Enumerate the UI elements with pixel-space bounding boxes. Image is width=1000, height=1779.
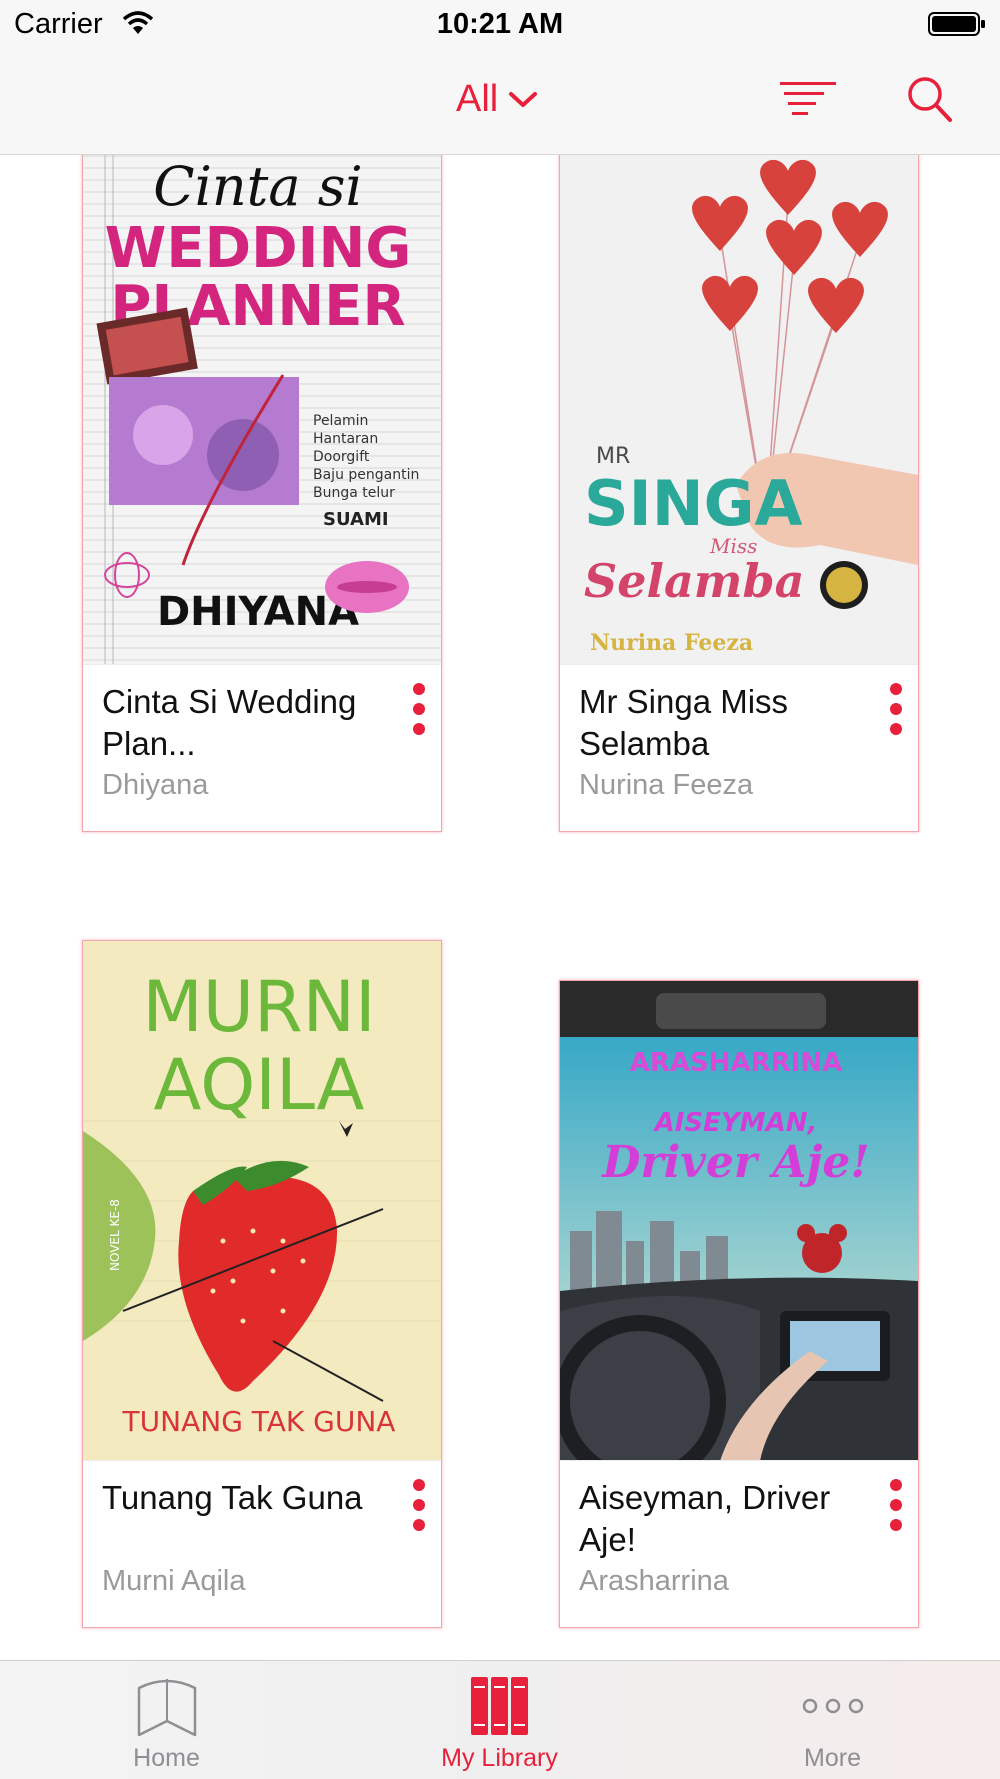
- tab-more[interactable]: More: [666, 1661, 999, 1779]
- svg-text:SINGA: SINGA: [584, 467, 803, 540]
- filter-dropdown[interactable]: All: [456, 78, 538, 121]
- book-author: Nurina Feeza: [579, 769, 754, 801]
- svg-text:MURNI: MURNI: [142, 966, 375, 1048]
- svg-text:ARASHARRINA: ARASHARRINA: [630, 1048, 842, 1078]
- tab-my-library-label: My Library: [441, 1744, 558, 1772]
- book-title: Tunang Tak Guna: [102, 1479, 363, 1516]
- svg-text:Doorgift: Doorgift: [313, 449, 370, 465]
- sort-icon[interactable]: [780, 80, 836, 120]
- book-card[interactable]: MURNI AQILA NOVEL KE-8 TUNANG TAK GUNA T…: [82, 940, 442, 1628]
- navigation-bar: All: [0, 50, 1000, 155]
- home-bookmark-icon: [137, 1679, 196, 1737]
- svg-text:Baju pengantin: Baju pengantin: [313, 467, 419, 483]
- book-author: Dhiyana: [102, 769, 209, 801]
- tab-home-label: Home: [133, 1744, 200, 1772]
- svg-text:NOVEL KE-8: NOVEL KE-8: [108, 1199, 122, 1271]
- book-author: Arasharrina: [579, 1565, 729, 1597]
- more-options-icon[interactable]: [886, 1477, 906, 1533]
- more-options-icon[interactable]: [409, 681, 429, 737]
- library-grid: Cinta si WEDDING PLANNER Pelamin Hantara…: [0, 154, 1000, 1660]
- tab-more-label: More: [804, 1744, 861, 1772]
- book-card[interactable]: ARASHARRINA AISEYMAN, Driver Aje! Aiseym…: [559, 980, 919, 1628]
- svg-text:Selamba: Selamba: [584, 554, 804, 608]
- status-time: 10:21 AM: [436, 8, 564, 40]
- svg-text:Cinta si: Cinta si: [153, 155, 362, 218]
- svg-text:AISEYMAN,: AISEYMAN,: [653, 1108, 818, 1138]
- more-options-icon[interactable]: [409, 1477, 429, 1533]
- svg-text:Hantaran: Hantaran: [313, 431, 378, 447]
- book-card[interactable]: Cinta si WEDDING PLANNER Pelamin Hantara…: [82, 154, 442, 832]
- filter-label: All: [456, 78, 499, 120]
- svg-text:Nurina Feeza: Nurina Feeza: [590, 630, 753, 656]
- svg-text:WEDDING: WEDDING: [105, 216, 412, 281]
- book-cover[interactable]: ARASHARRINA AISEYMAN, Driver Aje!: [560, 981, 918, 1461]
- svg-text:Bunga telur: Bunga telur: [313, 485, 395, 501]
- book-cover[interactable]: MURNI AQILA NOVEL KE-8 TUNANG TAK GUNA: [83, 941, 441, 1461]
- svg-text:MR: MR: [596, 444, 630, 469]
- book-title: Mr Singa Miss Selamba: [579, 683, 789, 762]
- battery-icon: [928, 12, 985, 36]
- tab-bar: Home My Library More: [0, 1660, 1000, 1779]
- book-info: Tunang Tak Guna Murni Aqila: [83, 1460, 441, 1627]
- status-bar: Carrier 10:21 AM: [0, 0, 1000, 50]
- book-author: Murni Aqila: [102, 1565, 246, 1597]
- svg-text:AQILA: AQILA: [154, 1044, 365, 1126]
- library-books-icon: [470, 1677, 528, 1735]
- book-info: Mr Singa Miss Selamba Nurina Feeza: [560, 664, 918, 831]
- tab-my-library[interactable]: My Library: [333, 1661, 666, 1779]
- svg-text:TUNANG TAK GUNA: TUNANG TAK GUNA: [122, 1405, 396, 1438]
- book-title: Cinta Si Wedding Plan...: [102, 683, 357, 762]
- more-ellipsis-icon: [802, 1698, 863, 1714]
- search-icon[interactable]: [905, 74, 953, 124]
- book-cover[interactable]: MR SINGA Miss Selamba Nurina Feeza: [560, 154, 918, 665]
- book-card[interactable]: MR SINGA Miss Selamba Nurina Feeza Mr Si…: [559, 154, 919, 832]
- more-options-icon[interactable]: [886, 681, 906, 737]
- tab-home[interactable]: Home: [0, 1661, 333, 1779]
- chevron-down-icon: [509, 91, 538, 107]
- book-info: Cinta Si Wedding Plan... Dhiyana: [83, 664, 441, 831]
- book-title: Aiseyman, Driver Aje!: [579, 1479, 831, 1558]
- svg-text:SUAMI: SUAMI: [323, 509, 389, 530]
- book-info: Aiseyman, Driver Aje! Arasharrina: [560, 1460, 918, 1627]
- svg-text:Pelamin: Pelamin: [313, 413, 368, 429]
- svg-text:Driver Aje!: Driver Aje!: [600, 1137, 869, 1188]
- book-cover[interactable]: Cinta si WEDDING PLANNER Pelamin Hantara…: [83, 154, 441, 665]
